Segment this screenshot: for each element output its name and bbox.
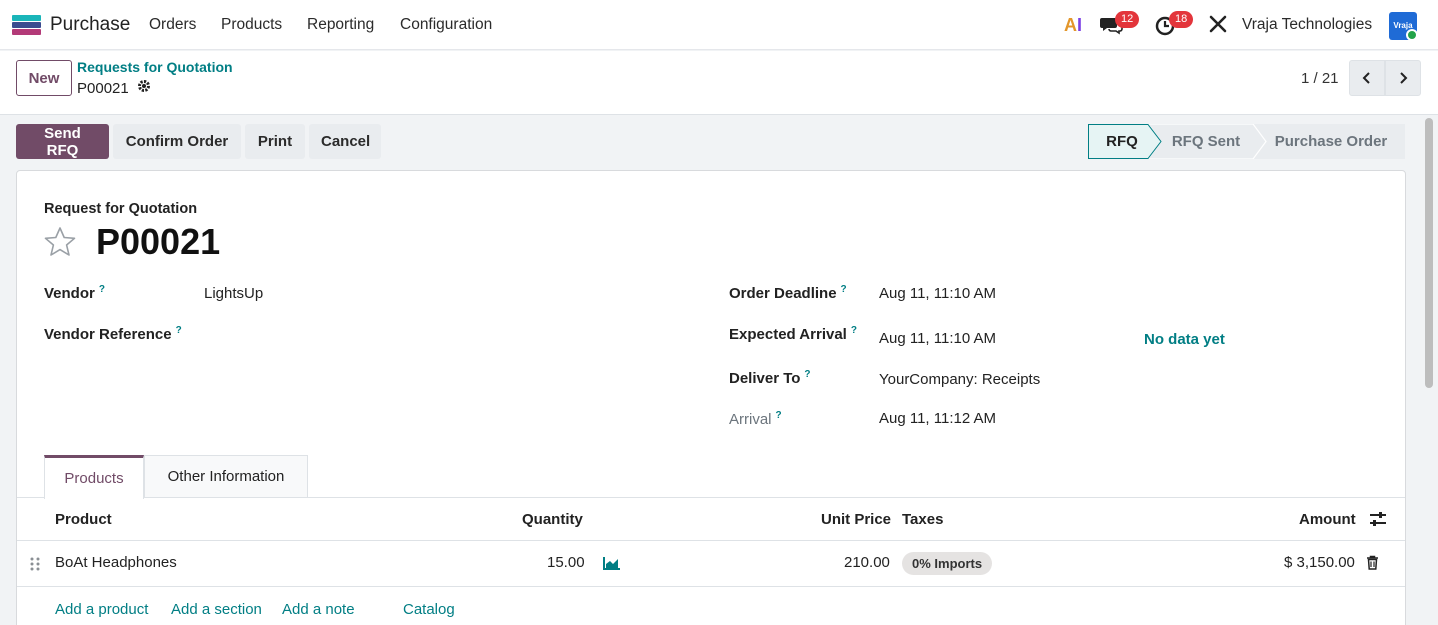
deliver-to-label: Deliver To? [729,369,811,387]
control-panel: New Requests for Quotation P00021 1 / 21 [0,51,1438,115]
pager-previous-button[interactable] [1349,60,1385,96]
record-title: P00021 [96,221,221,262]
vendor-field[interactable]: LightsUp [204,285,263,302]
cancel-button[interactable]: Cancel [309,124,381,159]
column-quantity[interactable]: Quantity [522,511,583,528]
breadcrumb-current: P00021 [77,79,151,97]
amount-cell: $ 3,150.00 [1284,554,1355,571]
ai-icon[interactable]: AI [1064,15,1082,36]
stage-rfq-sent[interactable]: RFQ Sent [1164,124,1248,159]
catalog-link[interactable]: Catalog [403,601,455,618]
send-rfq-button[interactable]: Send RFQ [16,124,109,159]
online-status-icon [1406,29,1418,41]
debug-tools-icon[interactable] [1208,14,1228,34]
help-tooltip-icon[interactable]: ? [776,410,782,421]
page-scrollbar[interactable] [1425,118,1433,388]
column-unit-price[interactable]: Unit Price [821,511,891,528]
quantity-cell[interactable]: 15.00 [547,554,585,571]
company-switcher[interactable]: Vraja Technologies [1242,16,1372,34]
vendor-reference-label: Vendor Reference? [44,325,182,343]
header-divider [17,540,1405,541]
record-name: P00021 [77,79,129,97]
activities-badge: 18 [1169,11,1194,28]
arrival-label: Arrival? [729,410,782,428]
drag-handle-icon[interactable] [30,557,40,575]
print-button[interactable]: Print [245,124,305,159]
order-deadline-field[interactable]: Aug 11, 11:10 AM [879,285,996,302]
on-time-rate-status: No data yet [1144,331,1225,348]
statusbar: Send RFQ Confirm Order Print Cancel RFQ … [0,116,1438,168]
help-tooltip-icon[interactable]: ? [841,284,847,295]
add-section-link[interactable]: Add a section [171,601,262,618]
messages-badge: 12 [1115,11,1140,28]
add-note-link[interactable]: Add a note [282,601,355,618]
forecast-chart-icon[interactable] [603,556,621,574]
gear-icon[interactable] [137,79,151,97]
expected-arrival-field[interactable]: Aug 11, 11:10 AM [879,330,996,347]
purchase-app-icon[interactable] [12,15,41,35]
help-tooltip-icon[interactable]: ? [804,369,810,380]
pager-value[interactable]: 1 / 21 [1301,70,1339,87]
menu-orders[interactable]: Orders [149,16,196,34]
form-sheet: Request for Quotation P00021 Vendor? Lig… [16,170,1406,625]
row-divider [17,586,1405,587]
menu-reporting[interactable]: Reporting [307,16,374,34]
tax-badge[interactable]: 0% Imports [902,552,993,575]
trash-icon[interactable] [1366,555,1379,574]
column-taxes[interactable]: Taxes [902,511,943,528]
tab-products[interactable]: Products [44,455,144,499]
stage-purchase-order[interactable]: Purchase Order [1268,124,1394,159]
menu-configuration[interactable]: Configuration [400,16,492,34]
stage-pipeline: RFQ RFQ Sent Purchase Order [1088,124,1405,159]
pager-next-button[interactable] [1385,60,1421,96]
product-cell[interactable]: BoAt Headphones [55,554,177,571]
new-button[interactable]: New [16,60,72,96]
optional-columns-toggle-icon[interactable] [1369,511,1387,531]
star-icon[interactable] [44,226,76,258]
deliver-to-field[interactable]: YourCompany: Receipts [879,371,1040,388]
column-amount[interactable]: Amount [1299,511,1356,528]
confirm-order-button[interactable]: Confirm Order [113,124,241,159]
tab-other-information[interactable]: Other Information [144,455,308,498]
expected-arrival-label: Expected Arrival? [729,325,857,343]
help-tooltip-icon[interactable]: ? [176,325,182,336]
menu-products[interactable]: Products [221,16,282,34]
top-navbar: Purchase Orders Products Reporting Confi… [0,0,1438,50]
unit-price-cell[interactable]: 210.00 [844,554,890,571]
breadcrumb-rfq[interactable]: Requests for Quotation [77,59,233,75]
document-type-label: Request for Quotation [44,201,198,217]
vendor-label: Vendor? [44,284,105,302]
help-tooltip-icon[interactable]: ? [851,325,857,336]
add-product-link[interactable]: Add a product [55,601,148,618]
help-tooltip-icon[interactable]: ? [99,284,105,295]
app-name[interactable]: Purchase [50,14,130,36]
stage-rfq[interactable]: RFQ [1088,124,1156,159]
column-product[interactable]: Product [55,511,112,528]
arrival-field: Aug 11, 11:12 AM [879,410,997,427]
order-deadline-label: Order Deadline? [729,284,847,302]
